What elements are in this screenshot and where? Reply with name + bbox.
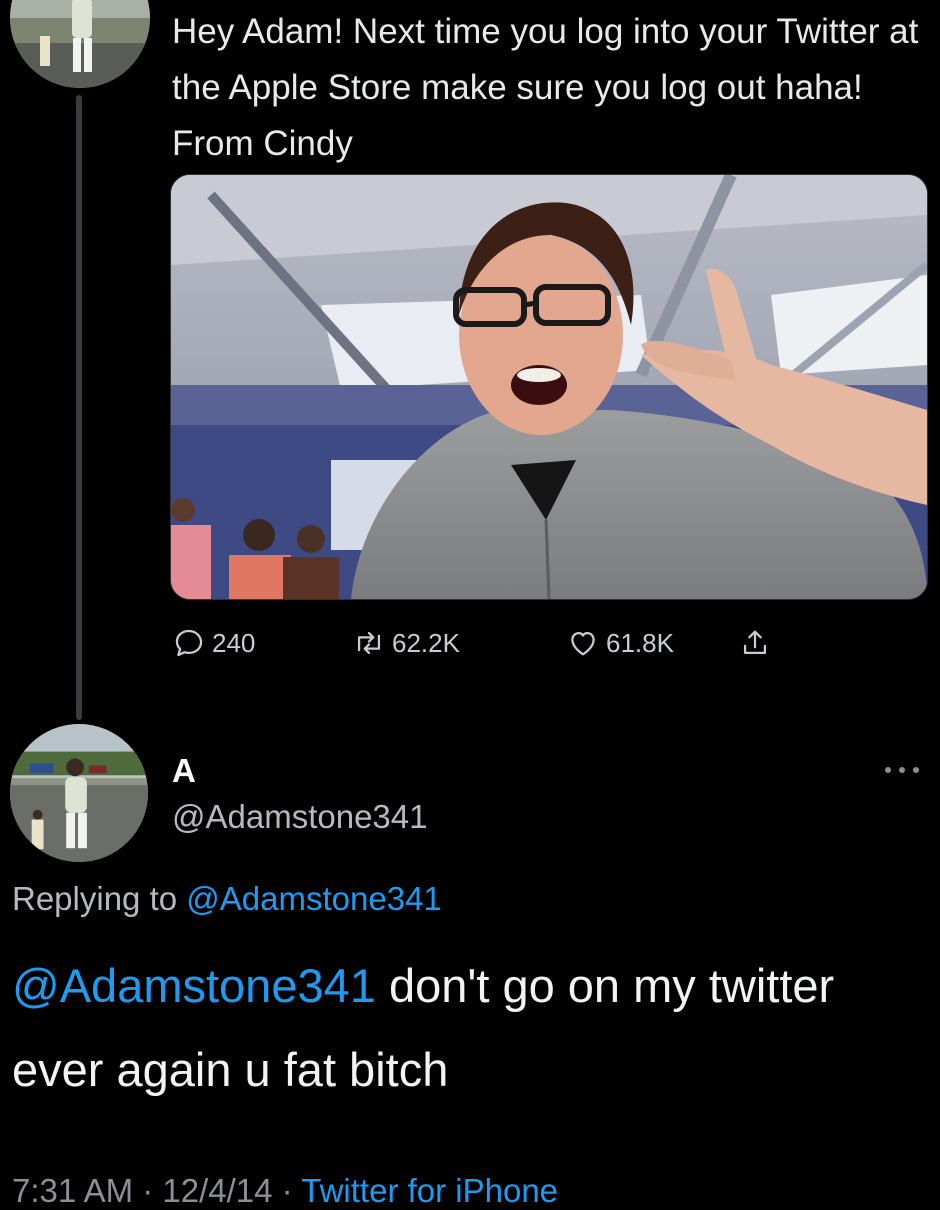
tweet-source-link[interactable]: Twitter for iPhone xyxy=(301,1172,558,1209)
meta-separator: · xyxy=(133,1172,163,1209)
reply-button[interactable]: 240 xyxy=(172,618,255,668)
mention-link[interactable]: @Adamstone341 xyxy=(12,959,376,1012)
top-tweet-avatar[interactable] xyxy=(10,0,150,88)
retweet-count: 62.2K xyxy=(392,627,460,658)
avatar-photo-icon xyxy=(10,724,148,862)
replying-to-handle-link[interactable]: @Adamstone341 xyxy=(186,880,442,917)
speech-bubble-icon xyxy=(175,629,203,657)
share-upload-icon xyxy=(743,630,767,655)
top-tweet-text: Hey Adam! Next time you log into your Tw… xyxy=(172,12,919,163)
share-button[interactable] xyxy=(738,618,772,668)
retweet-arrows-icon xyxy=(357,631,381,655)
ellipsis-icon xyxy=(885,767,919,773)
selfie-photo-icon xyxy=(171,175,927,599)
replying-to-label: Replying to xyxy=(12,880,178,917)
avatar-photo-icon xyxy=(10,0,150,88)
replying-to-line: Replying to @Adamstone341 xyxy=(12,880,442,918)
thread-connector-line xyxy=(76,95,82,720)
heart-icon xyxy=(571,631,595,656)
tweet-date: 12/4/14 xyxy=(162,1172,273,1209)
tweet-photo[interactable] xyxy=(170,174,928,600)
tweet-action-bar: 240 62.2K 61.8K xyxy=(172,618,832,668)
more-options-button[interactable] xyxy=(880,760,924,780)
author-display-name[interactable]: A xyxy=(172,752,196,790)
tweet-time: 7:31 AM xyxy=(12,1172,134,1209)
like-count: 61.8K xyxy=(606,627,674,658)
tweet-metadata: 7:31 AM · 12/4/14 · Twitter for iPhone xyxy=(12,1172,558,1210)
author-avatar[interactable] xyxy=(10,724,148,862)
reply-count: 240 xyxy=(212,627,256,658)
author-handle[interactable]: @Adamstone341 xyxy=(172,798,428,836)
main-tweet-text: @Adamstone341 don't go on my twitter eve… xyxy=(12,944,912,1112)
meta-separator: · xyxy=(272,1172,302,1209)
like-button[interactable]: 61.8K xyxy=(566,618,674,668)
retweet-button[interactable]: 62.2K xyxy=(352,618,460,668)
